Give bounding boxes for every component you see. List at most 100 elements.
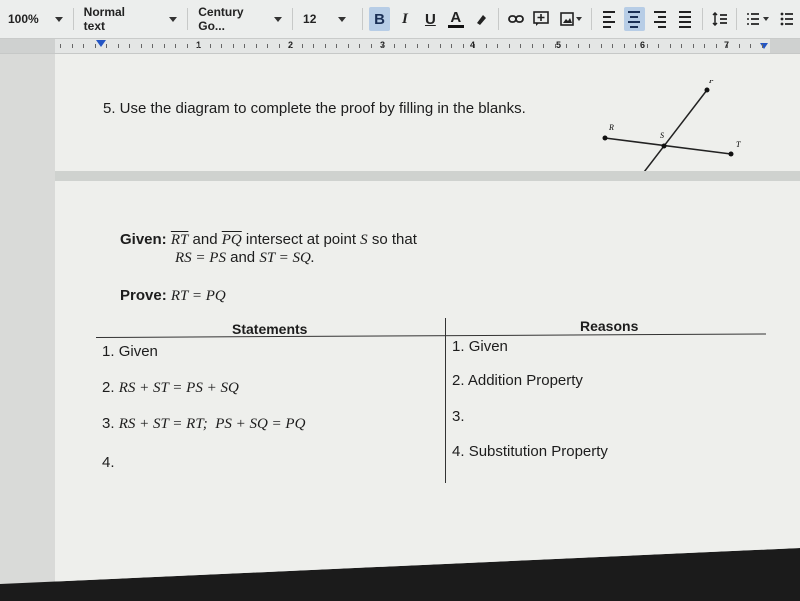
- given-block: Given: RT and PQ intersect at point S so…: [120, 231, 417, 267]
- statement-row[interactable]: 4.: [102, 454, 115, 472]
- italic-button[interactable]: I: [394, 7, 415, 31]
- label-s: S: [660, 131, 664, 140]
- ruler-tick: [761, 44, 763, 48]
- ruler-tick: [692, 44, 694, 48]
- ruler-tick: [646, 44, 648, 48]
- ruler-tick: [669, 44, 671, 48]
- given-equation-1: RS = PS: [175, 250, 226, 266]
- geometry-diagram: R S T P: [602, 80, 741, 176]
- separator: [498, 8, 499, 30]
- font-size-dropdown[interactable]: 12: [297, 5, 358, 33]
- ruler-tick: [485, 44, 487, 48]
- highlight-button[interactable]: [471, 7, 492, 31]
- point-r: [602, 135, 608, 141]
- ruler-tick: [267, 44, 268, 48]
- line-spacing-button[interactable]: [709, 7, 730, 31]
- table-header-rule: [95, 333, 766, 338]
- ruler-tick: [359, 44, 360, 48]
- align-center-button[interactable]: [623, 7, 646, 31]
- ruler-tick: [290, 44, 291, 48]
- text-color-swatch: [447, 24, 464, 28]
- text-color-icon: A: [450, 8, 462, 26]
- given-equation-2: ST = SQ.: [259, 250, 315, 266]
- given-text: and: [192, 231, 218, 248]
- ruler-tick: [451, 44, 452, 48]
- reason-row[interactable]: 3.: [452, 408, 465, 425]
- align-left-button[interactable]: [598, 7, 619, 31]
- prove-block: Prove: RT = PQ: [120, 287, 226, 305]
- font-dropdown[interactable]: Century Go...: [192, 5, 288, 33]
- ruler-tick: [416, 44, 418, 48]
- bold-button[interactable]: B: [368, 7, 391, 31]
- ruler-tick: [623, 44, 625, 48]
- text-color-button[interactable]: A: [445, 7, 466, 31]
- ruler-tick: [497, 44, 498, 48]
- given-line-2: RS = PS and ST = SQ.: [120, 249, 417, 267]
- ruler-tick: [313, 44, 314, 48]
- justify-button[interactable]: [674, 7, 695, 31]
- ruler-tick: [439, 44, 441, 48]
- ruler-tick: [370, 44, 372, 48]
- underline-icon: U: [424, 10, 436, 28]
- ruler-tick: [301, 44, 303, 48]
- point-s: [661, 143, 667, 149]
- ruler-number: 5: [556, 40, 562, 50]
- chevron-down-icon: [274, 16, 283, 22]
- given-text: intersect at point: [245, 231, 356, 248]
- prove-equation: RT = PQ: [170, 288, 226, 304]
- statement-number: 3.: [102, 415, 115, 432]
- align-right-button[interactable]: [649, 7, 670, 31]
- ruler-tick: [750, 44, 751, 48]
- segment-rt-label: RT: [170, 232, 189, 248]
- italic-icon: I: [402, 10, 408, 27]
- ruler-left-margin: [0, 39, 55, 53]
- insert-image-button[interactable]: [556, 7, 585, 31]
- chevron-down-icon: [338, 16, 347, 22]
- style-dropdown[interactable]: Normal text: [78, 5, 184, 33]
- ruler-tick: [554, 44, 556, 48]
- ruler-tick: [405, 44, 406, 48]
- numbered-list-button[interactable]: [743, 7, 772, 31]
- ruler-tick: [566, 44, 567, 48]
- ruler-tick: [163, 44, 165, 48]
- statement-number: 2.: [102, 379, 115, 396]
- insert-link-button[interactable]: [505, 7, 526, 31]
- given-text: and: [230, 249, 256, 266]
- ruler-tick: [209, 44, 211, 48]
- ruler-tick: [140, 44, 142, 48]
- ruler-tick: [186, 44, 188, 48]
- page-section-proof: Given: RT and PQ intersect at point S so…: [55, 181, 800, 584]
- reason-number: 2.: [452, 372, 465, 389]
- statement-row: 2. RS + ST = PS + SQ: [102, 379, 239, 397]
- ruler-tick: [520, 44, 521, 48]
- statement-number: 4.: [102, 454, 115, 471]
- ruler-tick: [347, 44, 349, 48]
- statements-header: Statements: [232, 321, 308, 337]
- ruler-tick: [221, 44, 222, 48]
- bulleted-list-button[interactable]: [777, 7, 798, 31]
- ruler-tick: [727, 44, 728, 48]
- ruler-tick: [600, 44, 602, 48]
- separator: [292, 8, 294, 30]
- add-comment-button[interactable]: [530, 7, 551, 31]
- font-value: Century Go...: [198, 5, 244, 33]
- reason-number: 4.: [452, 443, 465, 460]
- ruler-tick: [117, 44, 119, 48]
- segment-pq: [640, 89, 708, 176]
- zoom-dropdown[interactable]: 100%: [0, 5, 69, 33]
- statement-row: 3. RS + ST = RT; PS + SQ = PQ: [102, 415, 305, 433]
- left-indent-marker[interactable]: [96, 40, 106, 47]
- image-icon: [559, 12, 574, 26]
- ruler-tick: [278, 44, 280, 48]
- reason-number: 3.: [452, 408, 465, 425]
- underline-button[interactable]: U: [420, 7, 441, 31]
- separator: [736, 8, 738, 30]
- ruler-tick: [428, 44, 429, 48]
- ruler[interactable]: 1 2 3 4 5 6 7: [0, 39, 800, 54]
- align-left-icon: [602, 10, 615, 28]
- zoom-value: 100%: [8, 12, 39, 26]
- ruler-tick: [681, 44, 682, 48]
- point-t: [728, 151, 734, 157]
- ruler-tick: [382, 44, 383, 48]
- align-center-icon: [628, 10, 641, 28]
